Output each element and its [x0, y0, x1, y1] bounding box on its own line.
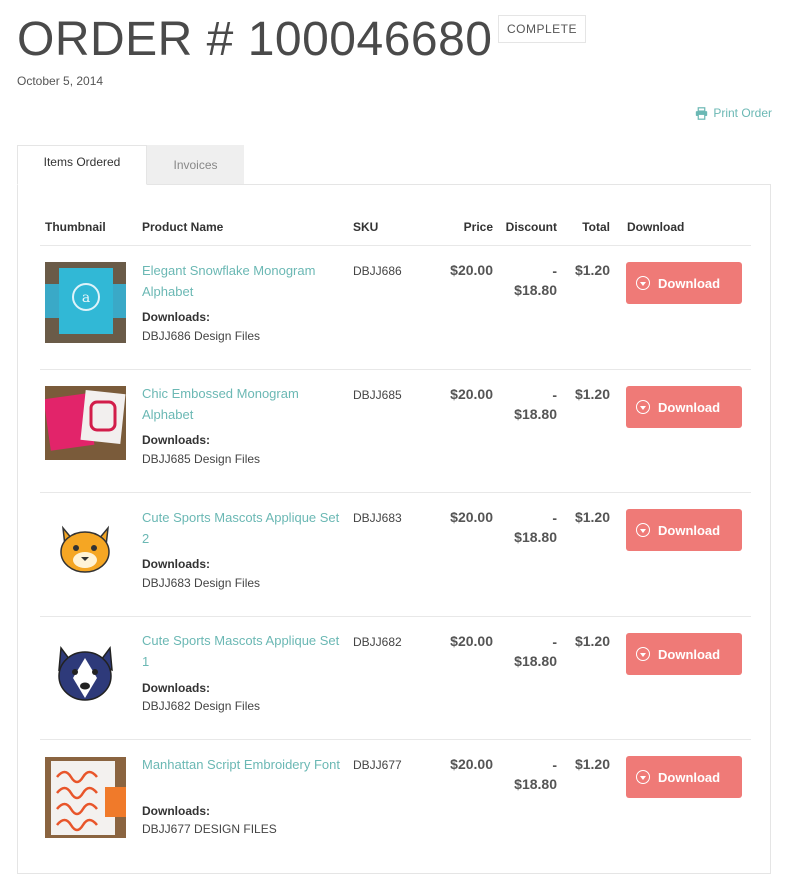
discount-sign: - [552, 510, 557, 526]
price: $20.00 [450, 633, 493, 649]
download-file-name: DBJJ677 DESIGN FILES [142, 822, 277, 836]
total: $1.20 [574, 756, 610, 772]
discount: - $18.80 [514, 386, 557, 424]
download-file-name: DBJJ685 Design Files [142, 452, 261, 466]
status-badge: COMPLETE [498, 15, 587, 43]
discount-value: $18.80 [514, 529, 557, 545]
discount-value: $18.80 [514, 282, 557, 298]
price: $20.00 [450, 756, 493, 772]
sku: DBJJ683 [353, 511, 402, 525]
download-button-label: Download [658, 646, 721, 662]
product-name-link[interactable]: Chic Embossed Monogram Alphabet [142, 383, 342, 425]
download-button[interactable]: Download [626, 386, 742, 428]
embossed-monogram-thumbnail [45, 386, 126, 460]
discount: - $18.80 [514, 509, 557, 547]
header-divider [40, 245, 751, 246]
download-file-name: DBJJ686 Design Files [142, 329, 261, 343]
downloads-label: Downloads: [142, 310, 210, 324]
total: $1.20 [574, 262, 610, 278]
col-price: Price [463, 220, 493, 234]
download-button-label: Download [658, 522, 721, 538]
snowflake-monogram-thumbnail: a [45, 262, 126, 343]
col-total: Total [582, 220, 610, 234]
total: $1.20 [574, 509, 610, 525]
page-title: ORDER # 100046680 [17, 13, 493, 66]
row-divider [40, 369, 751, 370]
product-name-link[interactable]: Manhattan Script Embroidery Font [142, 754, 342, 775]
tab-items-ordered[interactable]: Items Ordered [17, 145, 147, 185]
sku: DBJJ677 [353, 758, 402, 772]
download-icon [636, 647, 650, 661]
order-tabs: Items Ordered Invoices [17, 145, 244, 185]
total: $1.20 [574, 386, 610, 402]
sku: DBJJ685 [353, 388, 402, 402]
downloads-label: Downloads: [142, 557, 210, 571]
download-button[interactable]: Download [626, 262, 742, 304]
product-name-link[interactable]: Elegant Snowflake Monogram Alphabet [142, 260, 342, 302]
print-order-link[interactable]: Print Order [695, 106, 772, 120]
download-file-name: DBJJ683 Design Files [142, 576, 261, 590]
discount-value: $18.80 [514, 406, 557, 422]
discount-sign: - [552, 263, 557, 279]
discount: - $18.80 [514, 756, 557, 794]
download-button[interactable]: Download [626, 509, 742, 551]
downloads-label: Downloads: [142, 433, 210, 447]
tiger-mascot-thumbnail [45, 510, 126, 591]
husky-mascot-thumbnail [45, 634, 126, 715]
col-sku: SKU [353, 220, 379, 234]
download-button-label: Download [658, 399, 721, 415]
product-name-link[interactable]: Cute Sports Mascots Applique Set 1 [142, 630, 342, 672]
row-divider [40, 492, 751, 493]
script-font-thumbnail [45, 757, 126, 838]
sku: DBJJ686 [353, 264, 402, 278]
row-divider [40, 616, 751, 617]
discount: - $18.80 [514, 633, 557, 671]
col-product-name: Product Name [142, 220, 224, 234]
discount-sign: - [552, 634, 557, 650]
downloads-label: Downloads: [142, 681, 210, 695]
discount-sign: - [552, 387, 557, 403]
row-divider [40, 739, 751, 740]
download-button-label: Download [658, 275, 721, 291]
discount-sign: - [552, 757, 557, 773]
svg-text:a: a [82, 290, 90, 306]
product-name-link[interactable]: Cute Sports Mascots Applique Set 2 [142, 507, 342, 549]
order-date: October 5, 2014 [17, 74, 104, 88]
discount-value: $18.80 [514, 776, 557, 792]
download-icon [636, 400, 650, 414]
download-icon [636, 770, 650, 784]
printer-icon [696, 106, 708, 120]
downloads-label: Downloads: [142, 804, 210, 818]
col-download: Download [627, 220, 685, 234]
discount-value: $18.80 [514, 653, 557, 669]
price: $20.00 [450, 262, 493, 278]
col-discount: Discount [505, 220, 557, 234]
download-icon [636, 276, 650, 290]
price: $20.00 [450, 509, 493, 525]
tab-invoices[interactable]: Invoices [147, 145, 244, 185]
col-thumbnail: Thumbnail [45, 220, 106, 234]
discount: - $18.80 [514, 262, 557, 300]
sku: DBJJ682 [353, 635, 402, 649]
download-icon [636, 523, 650, 537]
price: $20.00 [450, 386, 493, 402]
download-button[interactable]: Download [626, 633, 742, 675]
download-button[interactable]: Download [626, 756, 742, 798]
total: $1.20 [574, 633, 610, 649]
download-button-label: Download [658, 769, 721, 785]
print-order-label: Print Order [713, 106, 772, 120]
download-file-name: DBJJ682 Design Files [142, 699, 261, 713]
